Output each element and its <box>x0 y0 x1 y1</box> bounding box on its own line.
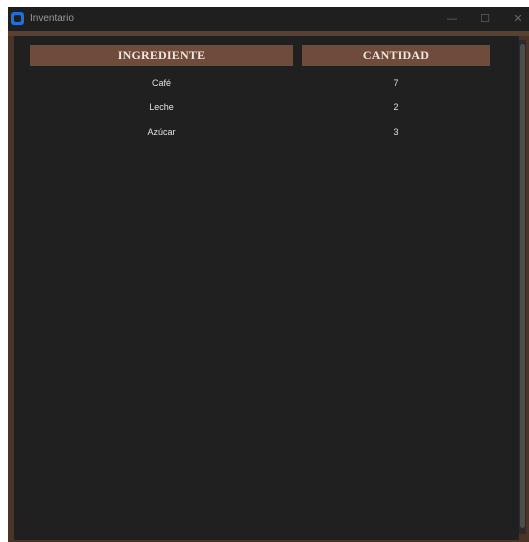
title-bar[interactable]: Inventario — ☐ ✕ <box>8 7 529 31</box>
maximize-button[interactable]: ☐ <box>468 7 502 31</box>
minimize-button[interactable]: — <box>435 7 469 31</box>
window-frame: INGREDIENTE CANTIDAD Café 7 Leche 2 Azúc… <box>8 31 529 542</box>
inventory-table: INGREDIENTE CANTIDAD Café 7 Leche 2 Azúc… <box>14 36 519 540</box>
cell-ingrediente: Leche <box>149 102 174 112</box>
cell-ingrediente: Azúcar <box>147 127 176 137</box>
app-window: Inventario — ☐ ✕ INGREDIENTE CANTIDAD Ca… <box>8 7 529 542</box>
scrollbar-thumb[interactable] <box>520 44 525 528</box>
column-header-ingrediente: INGREDIENTE <box>30 45 293 66</box>
cell-ingrediente: Café <box>151 78 171 88</box>
cell-cantidad: 7 <box>393 78 399 88</box>
app-icon <box>11 12 24 25</box>
window-title: Inventario <box>30 13 74 24</box>
cell-cantidad: 2 <box>393 102 399 112</box>
cell-cantidad: 3 <box>393 127 399 137</box>
close-button[interactable]: ✕ <box>501 7 529 31</box>
column-header-cantidad: CANTIDAD <box>302 45 490 66</box>
